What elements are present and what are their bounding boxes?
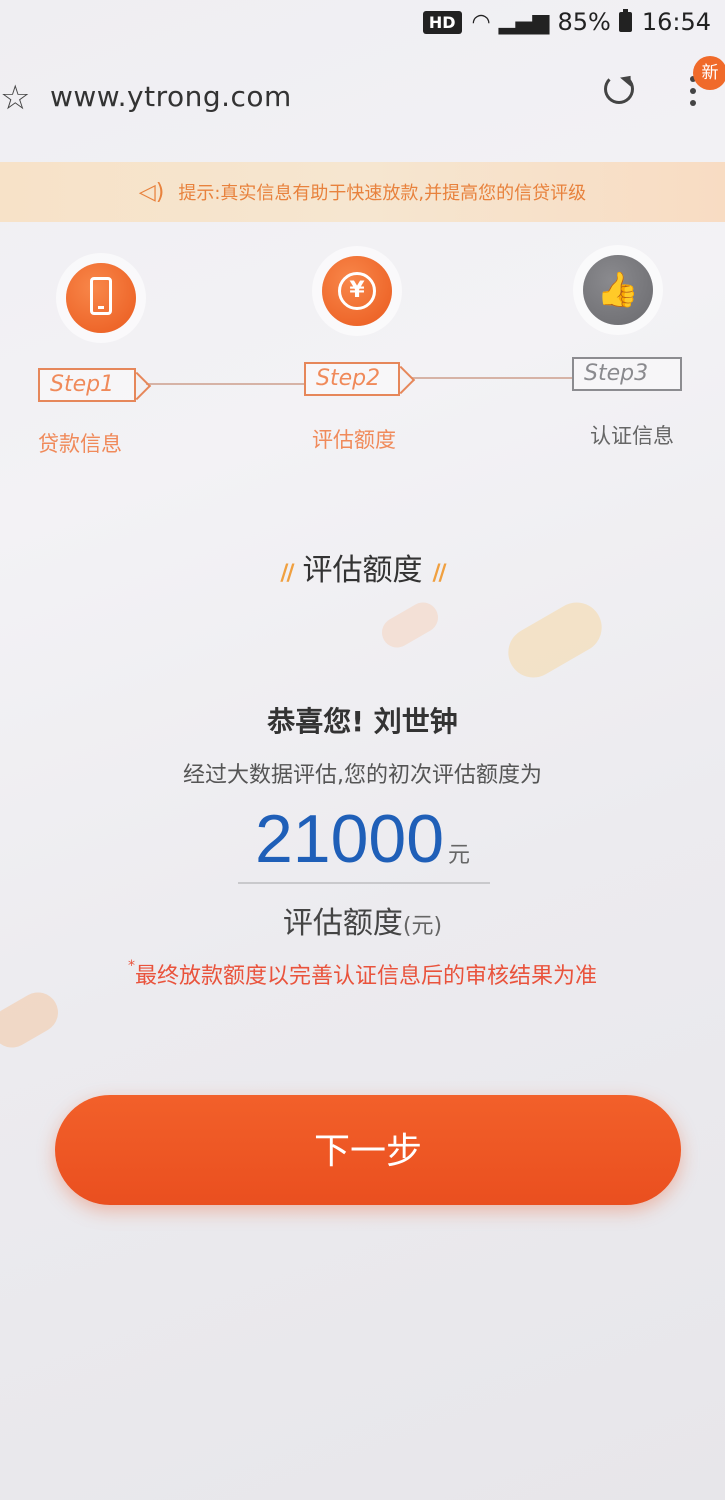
title-deco-left: // bbox=[280, 561, 294, 586]
decor-blob bbox=[499, 593, 611, 687]
amount-divider bbox=[238, 882, 490, 884]
amount-row: 21000 元 bbox=[0, 800, 725, 878]
phone-screen: HD ◠ ▂▄▆ 85% 16:54 ☆ www.ytrong.com 新 ◁)… bbox=[0, 0, 725, 1500]
reload-icon[interactable] bbox=[604, 74, 634, 104]
step-label-2: 评估额度 bbox=[312, 428, 396, 452]
step-label-1: 贷款信息 bbox=[38, 432, 122, 456]
amount-label-text: 评估额度 bbox=[282, 906, 403, 941]
step-connector bbox=[412, 377, 572, 379]
battery-icon bbox=[618, 9, 632, 32]
step-label-3: 认证信息 bbox=[590, 424, 674, 448]
battery-percent: 85% bbox=[557, 8, 611, 36]
decor-blob bbox=[376, 597, 444, 653]
amount-label-unit: (元) bbox=[402, 914, 443, 939]
title-deco-right: // bbox=[432, 561, 447, 586]
amount-label: 评估额度(元) bbox=[0, 898, 725, 942]
phone-icon bbox=[66, 263, 136, 333]
new-badge: 新 bbox=[693, 56, 725, 90]
step-tag-3: Step3 bbox=[572, 357, 682, 391]
speaker-icon: ◁) bbox=[138, 179, 165, 205]
next-step-button[interactable]: 下一步 bbox=[55, 1095, 681, 1205]
section-title: // 评估额度 // bbox=[0, 545, 725, 589]
assessment-description: 经过大数据评估,您的初次评估额度为 bbox=[183, 763, 542, 788]
thumbs-up-icon: 👍 bbox=[583, 255, 653, 325]
url-text[interactable]: www.ytrong.com bbox=[50, 80, 292, 113]
hd-indicator: HD bbox=[422, 10, 462, 34]
clock: 16:54 bbox=[641, 8, 711, 36]
amount-unit: 元 bbox=[448, 843, 471, 868]
note-asterisk: * bbox=[127, 958, 135, 974]
step-tag-2: Step2 bbox=[304, 362, 416, 396]
disclaimer-note: *最终放款额度以完善认证信息后的审核结果为准 bbox=[0, 958, 725, 990]
note-text: 最终放款额度以完善认证信息后的审核结果为准 bbox=[134, 964, 597, 989]
section-title-text: 评估额度 bbox=[302, 553, 423, 588]
decor-blob bbox=[0, 985, 66, 1055]
browser-address-bar: ☆ www.ytrong.com 新 bbox=[0, 56, 725, 140]
step-tag-1: Step1 bbox=[38, 368, 152, 402]
signal-icon: ▂▄▆ bbox=[498, 9, 550, 35]
status-bar: HD ◠ ▂▄▆ 85% 16:54 bbox=[0, 0, 725, 44]
tip-banner: ◁) 提示:真实信息有助于快速放款,并提高您的信贷评级 bbox=[0, 162, 725, 222]
step-connector bbox=[146, 383, 304, 385]
wifi-icon: ◠ bbox=[471, 9, 491, 35]
congrats-text: 恭喜您! 刘世钟 bbox=[267, 705, 458, 738]
yen-icon: ¥ bbox=[322, 256, 392, 326]
tip-text: 提示:真实信息有助于快速放款,并提高您的信贷评级 bbox=[178, 183, 587, 204]
amount-value: 21000 bbox=[254, 801, 445, 877]
bookmark-star-icon[interactable]: ☆ bbox=[0, 78, 30, 118]
